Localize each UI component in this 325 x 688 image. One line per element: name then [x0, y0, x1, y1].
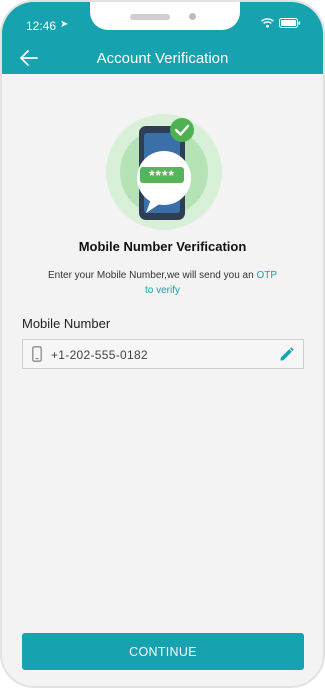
- otp-accent-text: OTP: [256, 270, 277, 281]
- verification-description: Enter your Mobile Number,we will send yo…: [32, 268, 293, 298]
- location-arrow-icon: ➤: [60, 19, 69, 30]
- mobile-number-label: Mobile Number: [22, 316, 111, 331]
- phone-frame: 12:46 ➤ Account Verification **** Mobile…: [0, 0, 325, 688]
- continue-button[interactable]: CONTINUE: [22, 633, 304, 670]
- front-camera: [189, 13, 196, 20]
- page-title: Account Verification: [96, 50, 229, 67]
- mobile-phone-icon: [32, 346, 42, 362]
- otp-illustration: ****: [106, 114, 222, 230]
- mobile-number-field: [22, 339, 304, 369]
- mobile-number-input[interactable]: [49, 344, 273, 366]
- otp-mask-text: ****: [149, 167, 175, 183]
- battery-icon: [279, 18, 301, 28]
- check-badge: [170, 118, 194, 142]
- speaker-grille: [130, 14, 170, 20]
- app-bar: Account Verification: [2, 42, 323, 74]
- verification-heading: Mobile Number Verification: [78, 239, 247, 254]
- description-text: Enter your Mobile Number,we will send yo…: [48, 270, 254, 281]
- verify-accent-text: to verify: [144, 285, 180, 296]
- status-time: 12:46: [26, 19, 57, 33]
- edit-pencil-icon[interactable]: [279, 347, 294, 362]
- device-notch: [90, 2, 240, 30]
- wifi-icon: [261, 18, 274, 28]
